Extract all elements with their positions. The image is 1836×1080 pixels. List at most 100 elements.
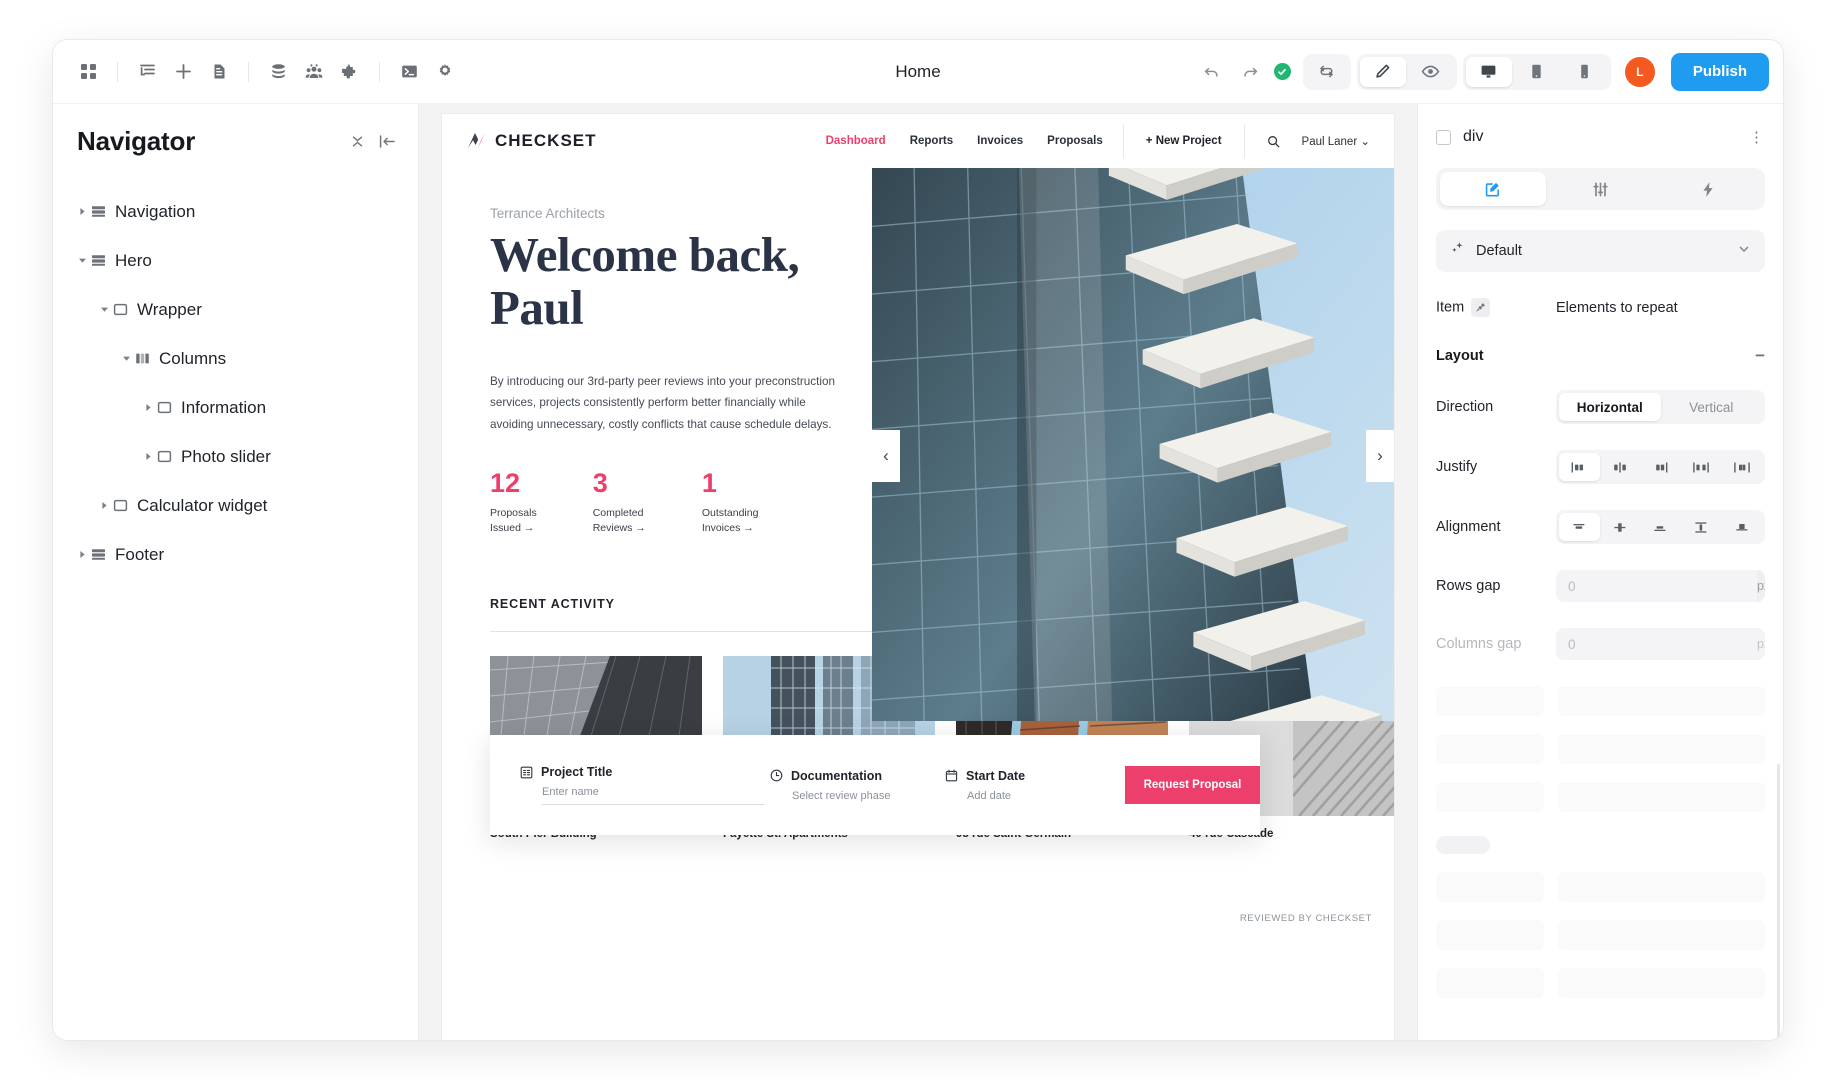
database-icon[interactable] [261,55,295,89]
direction-row: Direction Horizontal Vertical [1436,390,1765,424]
mobile-viewport-icon[interactable] [1562,57,1608,87]
field-project-title[interactable]: Project Title Enter name [520,765,770,805]
twisty-right-icon[interactable] [139,403,157,412]
navigator-item-columns[interactable]: Columns [107,334,408,383]
page-icon[interactable] [202,55,236,89]
plug-icon[interactable] [1471,298,1491,317]
tab-interactions[interactable] [1655,172,1761,206]
inspector-scrollbar[interactable] [1777,764,1780,1040]
tab-settings[interactable] [1548,172,1654,206]
stat-number: 3 [592,467,608,498]
justify-space-around-icon[interactable] [1721,453,1762,481]
undo-icon[interactable] [1196,56,1228,88]
stat-outstanding-invoices[interactable]: 1 Outstanding Invoices → [701,469,759,538]
plus-icon[interactable] [166,55,200,89]
more-options-icon[interactable]: ⋮ [1749,130,1765,145]
site-nav-proposals[interactable]: Proposals [1035,135,1115,147]
layers-icon[interactable] [130,55,164,89]
alignment-row: Alignment [1436,510,1765,544]
field-documentation[interactable]: Documentation Select review phase [770,769,945,802]
navigator-item-hero[interactable]: Hero [63,236,408,285]
align-stretch-icon[interactable] [1681,513,1722,541]
columns-gap-input[interactable] [1556,628,1757,660]
navigator-item-calculator-widget[interactable]: Calculator widget [85,481,408,530]
twisty-down-icon[interactable] [95,305,113,314]
checkset-logo-icon [466,131,488,151]
field-start-date[interactable]: Start Date Add date [945,769,1075,802]
twisty-right-icon[interactable] [73,207,91,216]
twisty-right-icon[interactable] [95,501,113,510]
site-nav-invoices[interactable]: Invoices [965,135,1035,147]
section-icon [91,253,115,268]
redo-icon[interactable] [1234,56,1266,88]
site-nav-dashboard[interactable]: Dashboard [814,135,898,147]
site-nav-divider [1122,124,1124,158]
justify-space-between-icon[interactable] [1681,453,1722,481]
publish-button[interactable]: Publish [1670,52,1769,91]
twisty-right-icon[interactable] [73,550,91,559]
rows-gap-field[interactable]: px [1556,570,1765,602]
navigator-item-label: Calculator widget [137,495,268,515]
new-project-button[interactable]: + New Project [1132,135,1236,147]
direction-horizontal-button[interactable]: Horizontal [1559,393,1661,421]
direction-vertical-button[interactable]: Vertical [1661,393,1763,421]
tablet-viewport-icon[interactable] [1514,57,1560,87]
stat-proposals-issued[interactable]: 12 Proposals Issued → [490,469,537,538]
align-center-icon[interactable] [1600,513,1641,541]
gear-icon[interactable] [428,55,462,89]
justify-start-icon[interactable] [1559,453,1600,481]
placeholder-row [1436,968,1765,998]
layout-section-title: Layout [1436,347,1484,364]
justify-end-icon[interactable] [1640,453,1681,481]
site-header: CHECKSET Dashboard Reports Invoices Prop… [442,114,1394,168]
columns-gap-unit[interactable]: px [1757,628,1765,660]
request-proposal-button[interactable]: Request Proposal [1125,766,1260,804]
terminal-icon[interactable] [392,55,426,89]
navigator-item-wrapper[interactable]: Wrapper [85,285,408,334]
hero-information: Terrance Architects Welcome back, Paul B… [442,168,872,537]
div-icon [113,498,137,513]
tab-style[interactable] [1440,172,1546,206]
navigator-item-navigation[interactable]: Navigation [63,187,408,236]
dock-panel-icon[interactable] [379,134,396,149]
justify-center-icon[interactable] [1600,453,1641,481]
grid-icon[interactable] [71,55,105,89]
twisty-down-icon[interactable] [117,354,135,363]
edit-mode-button[interactable] [1359,56,1406,87]
style-preset-select[interactable]: Default [1436,230,1765,272]
navigator-item-footer[interactable]: Footer [63,530,408,579]
element-checkbox[interactable] [1436,129,1451,145]
slider-next-button[interactable]: › [1366,430,1394,482]
collapse-layout-icon[interactable]: − [1755,347,1765,364]
site-logo[interactable]: CHECKSET [466,131,597,151]
twisty-down-icon[interactable] [73,256,91,265]
placeholder-pill [1436,836,1490,854]
page-canvas: CHECKSET Dashboard Reports Invoices Prop… [442,114,1394,1040]
desktop-viewport-icon[interactable] [1465,56,1512,87]
search-icon[interactable] [1253,135,1294,148]
stat-completed-reviews[interactable]: 3 Completed Reviews → [592,467,646,538]
users-icon[interactable] [297,55,331,89]
avatar[interactable]: L [1624,56,1655,87]
align-end-icon[interactable] [1640,513,1681,541]
puzzle-icon[interactable] [333,55,367,89]
stat-label: Outstanding Invoices → [701,506,759,535]
preview-mode-button[interactable] [1408,57,1454,87]
sync-icon[interactable] [1306,57,1348,87]
twisty-right-icon[interactable] [139,452,157,461]
navigator-item-information[interactable]: Information [129,383,408,432]
div-icon [113,302,137,317]
rows-gap-unit[interactable]: px [1757,570,1765,602]
top-toolbar: Home L Publish [53,40,1783,104]
columns-gap-field[interactable]: px [1556,628,1765,660]
navigator-item-photo-slider[interactable]: Photo slider [129,432,408,481]
placeholder-label [1436,734,1544,764]
rows-gap-input[interactable] [1556,570,1757,602]
align-baseline-icon[interactable] [1721,513,1762,541]
slider-prev-button[interactable]: ‹ [872,430,900,482]
site-user-menu[interactable]: Paul Laner ⌄ [1294,134,1370,148]
collapse-all-icon[interactable] [350,134,365,149]
align-start-icon[interactable] [1559,513,1600,541]
hero-heading: Welcome back, Paul [490,227,800,335]
site-nav-reports[interactable]: Reports [898,135,965,147]
